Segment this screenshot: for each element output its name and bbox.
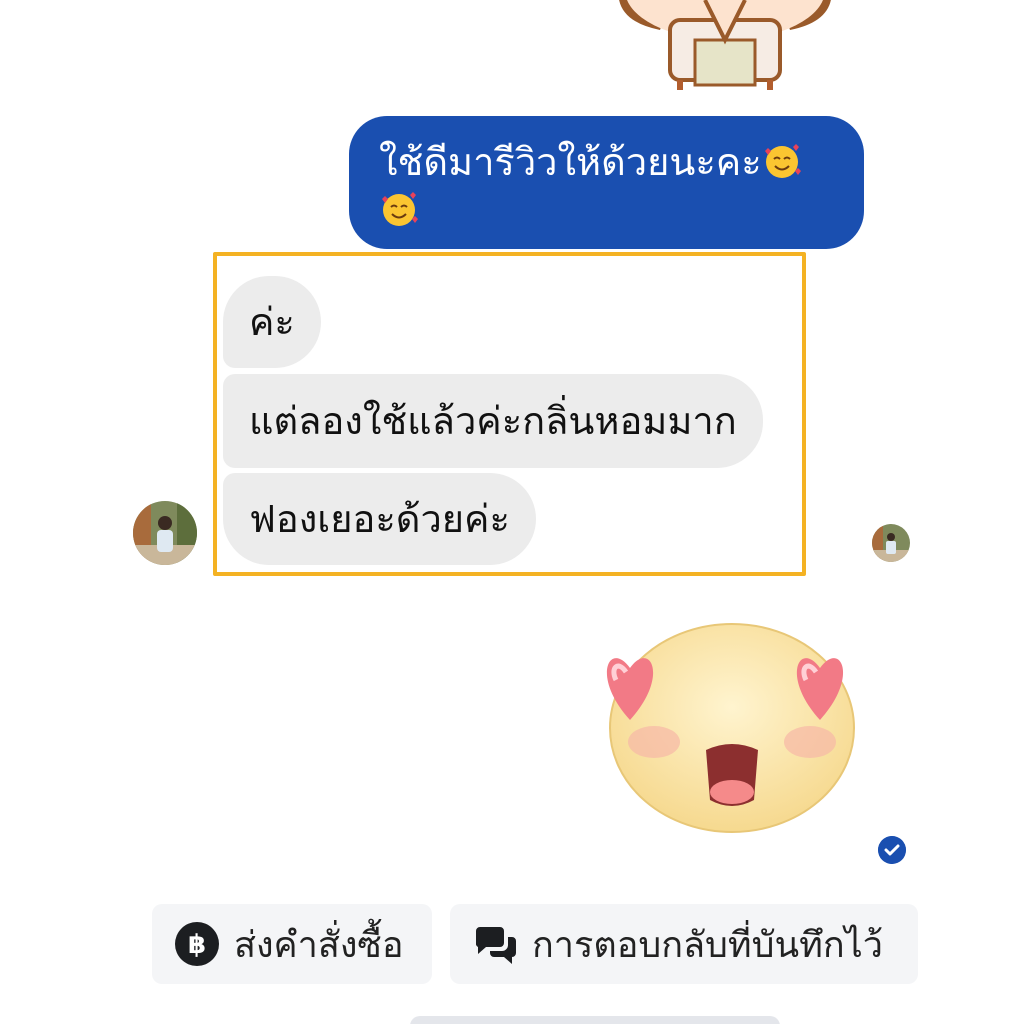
girl-praying-sticker (619, 0, 831, 90)
send-order-button[interactable]: ฿ ส่งคำสั่งซื้อ (152, 904, 432, 984)
send-order-label: ส่งคำสั่งซื้อ (234, 924, 404, 966)
composer-bar[interactable] (410, 1016, 780, 1024)
outgoing-message-bubble[interactable]: ใช้ดีมารีวิวให้ด้วยนะคะ (349, 116, 864, 249)
incoming-message-bubble[interactable]: ฟองเยอะด้วยค่ะ (223, 473, 536, 565)
incoming-message-text: แต่ลองใช้แล้วค่ะกลิ่นหอมมาก (249, 399, 737, 443)
smiling-face-with-hearts-icon (382, 192, 418, 226)
saved-replies-label: การตอบกลับที่บันทึกไว้ (532, 924, 883, 966)
saved-replies-button[interactable]: การตอบกลับที่บันทึกไว้ (450, 904, 918, 984)
incoming-message-text: ค่ะ (249, 300, 295, 344)
read-receipt-avatar (872, 524, 910, 562)
chat-bubbles-icon (475, 927, 516, 964)
smiling-face-with-hearts-icon (764, 144, 801, 178)
baht-icon: ฿ (175, 922, 219, 966)
sender-avatar[interactable] (133, 501, 197, 565)
svg-text:฿: ฿ (188, 930, 206, 960)
incoming-message-text: ฟองเยอะด้วยค่ะ (249, 497, 510, 541)
outgoing-message-text: ใช้ดีมารีวิวให้ด้วยนะคะ (379, 140, 762, 184)
check-circle-icon (878, 836, 906, 864)
incoming-message-bubble[interactable]: ค่ะ (223, 276, 321, 368)
incoming-message-bubble[interactable]: แต่ลองใช้แล้วค่ะกลิ่นหอมมาก (223, 374, 763, 468)
heart-eyes-emoji-sticker[interactable] (596, 620, 862, 834)
